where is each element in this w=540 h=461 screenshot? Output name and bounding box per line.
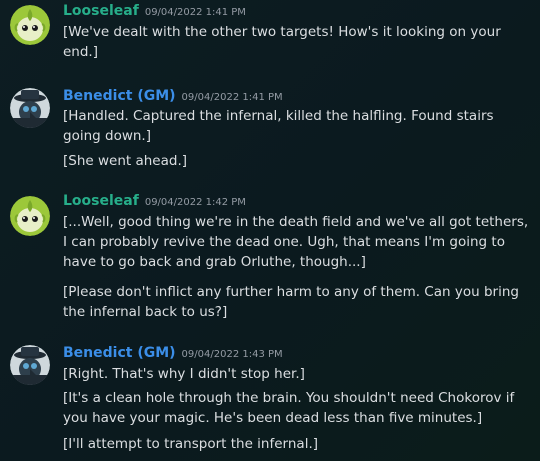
sprout-creature-avatar[interactable] xyxy=(10,5,50,45)
chat-log: Looseleaf 09/04/2022 1:41 PM [We've dealt… xyxy=(0,0,540,461)
message-text: [Please don't inflict any further harm t… xyxy=(63,284,519,320)
message-text: [We've dealt with the other two targets!… xyxy=(63,24,501,60)
message-text: [I'll attempt to transport the infernal.… xyxy=(63,436,318,452)
message-text: [It's a clean hole through the brain. Yo… xyxy=(63,390,515,426)
message-text: [She went ahead.] xyxy=(63,153,188,169)
plague-doctor-avatar[interactable] xyxy=(10,88,50,128)
message-timestamp: 09/04/2022 1:41 PM xyxy=(181,92,283,103)
message-timestamp: 09/04/2022 1:42 PM xyxy=(144,197,246,208)
author-name[interactable]: Looseleaf xyxy=(63,3,139,19)
message-author[interactable]: Benedict (GM) 09/04/2022 1:41 PM xyxy=(63,88,283,104)
message-author[interactable]: Looseleaf 09/04/2022 1:41 PM xyxy=(63,3,246,19)
message-text: [...Well, good thing we're in the death … xyxy=(63,214,529,270)
message-timestamp: 09/04/2022 1:41 PM xyxy=(144,7,246,18)
author-name[interactable]: Benedict (GM) xyxy=(63,88,176,104)
message-text: [Handled. Captured the infernal, killed … xyxy=(63,108,494,144)
message-author[interactable]: Benedict (GM) 09/04/2022 1:43 PM xyxy=(63,345,283,361)
plague-doctor-avatar[interactable] xyxy=(10,345,50,385)
author-name[interactable]: Looseleaf xyxy=(63,193,139,209)
message-timestamp: 09/04/2022 1:43 PM xyxy=(181,349,283,360)
sprout-creature-avatar[interactable] xyxy=(10,196,50,236)
message-author[interactable]: Looseleaf 09/04/2022 1:42 PM xyxy=(63,193,246,209)
message-text: [Right. That's why I didn't stop her.] xyxy=(63,366,305,382)
author-name[interactable]: Benedict (GM) xyxy=(63,345,176,361)
